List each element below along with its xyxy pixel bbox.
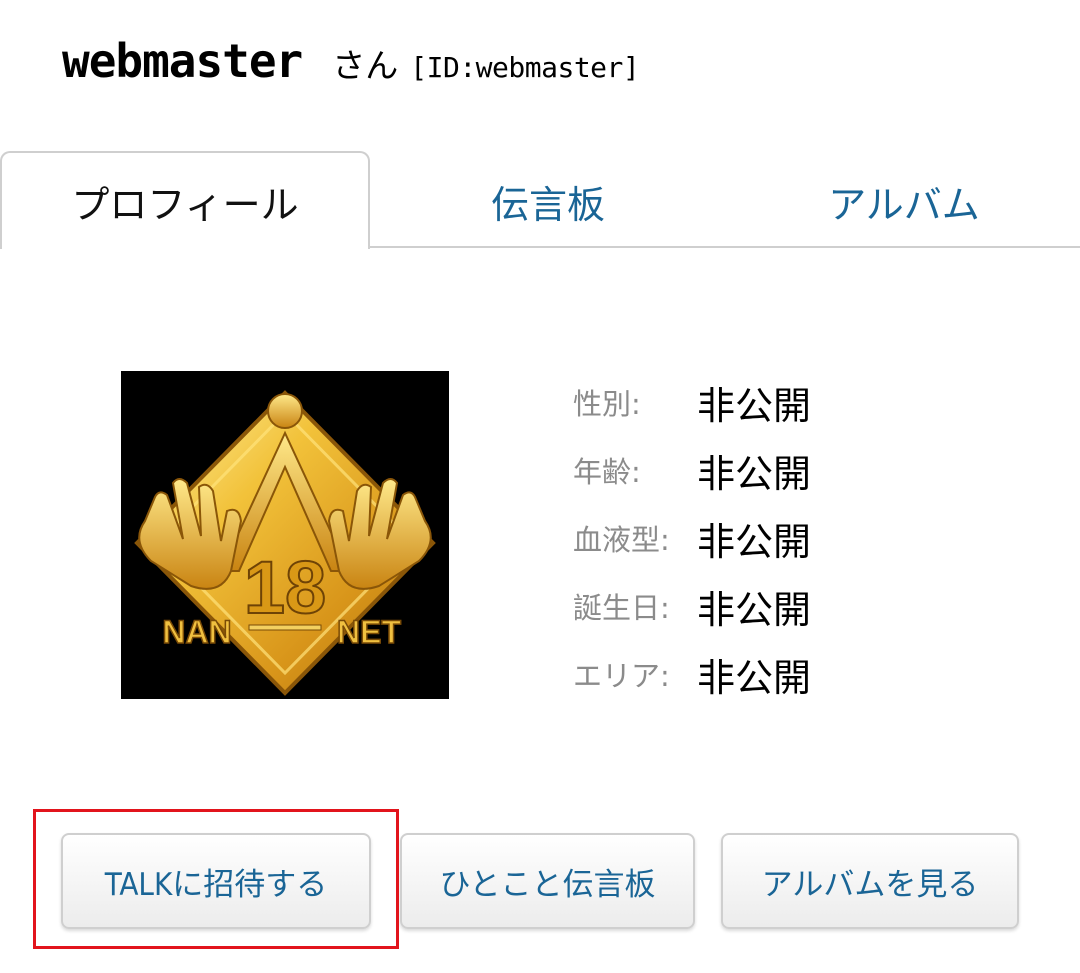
profile-info: 性別: 非公開 年齢: 非公開 血液型: 非公開 誕生日: 非公開 エリア: 非…	[573, 368, 811, 708]
profile-header: webmaster さん [ID:webmaster]	[62, 34, 640, 94]
profile-tabs: プロフィール 伝言板 アルバム	[0, 151, 1080, 249]
info-label: 血液型:	[573, 523, 670, 557]
info-value: 非公開	[697, 587, 812, 632]
info-value: 非公開	[697, 519, 812, 564]
avatar: 18 NAN NET	[121, 371, 449, 699]
honorific: さん	[332, 46, 399, 85]
invite-talk-button[interactable]: TALKに招待する	[61, 833, 371, 929]
info-row-age: 年齢: 非公開	[573, 436, 811, 504]
info-label: 年齢:	[573, 455, 641, 489]
info-row-gender: 性別: 非公開	[573, 368, 811, 436]
info-value: 非公開	[697, 383, 812, 428]
logo-left-text: NAN	[162, 614, 231, 650]
info-row-blood-type: 血液型: 非公開	[573, 504, 811, 572]
info-label: 性別:	[573, 387, 641, 421]
tab-album[interactable]: アルバム	[728, 153, 1080, 249]
info-value: 非公開	[697, 655, 812, 700]
info-row-birthday: 誕生日: 非公開	[573, 572, 811, 640]
view-album-button[interactable]: アルバムを見る	[721, 833, 1019, 929]
info-row-area: エリア: 非公開	[573, 640, 811, 708]
nannet-logo-icon: 18 NAN NET	[134, 390, 436, 696]
tab-divider	[368, 246, 1080, 248]
username: webmaster	[62, 34, 303, 88]
logo-number: 18	[244, 546, 326, 629]
info-label: エリア:	[573, 659, 670, 693]
info-label: 誕生日:	[573, 591, 670, 625]
message-board-button[interactable]: ひとこと伝言板	[400, 833, 695, 929]
logo-right-text: NET	[337, 614, 401, 650]
tab-message-board[interactable]: 伝言板	[368, 153, 728, 249]
user-id: [ID:webmaster]	[410, 51, 640, 84]
tab-profile[interactable]: プロフィール	[0, 151, 370, 249]
info-value: 非公開	[697, 451, 812, 496]
